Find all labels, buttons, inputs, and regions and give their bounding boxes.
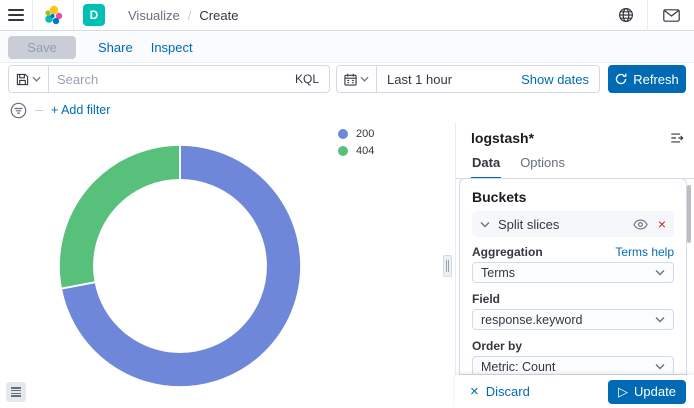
filter-icon[interactable] (10, 102, 27, 119)
globe-icon (618, 7, 634, 23)
breadcrumb: Visualize / Create (128, 8, 238, 23)
kibana-visualize-page: D Visualize / Create Save Share Inspect (0, 0, 694, 408)
play-icon: ▷ (618, 384, 628, 400)
time-range-value[interactable]: Last 1 hour (377, 72, 462, 87)
toggle-visibility-button[interactable] (633, 219, 648, 230)
search-input[interactable] (49, 72, 285, 87)
chevron-down-icon (480, 221, 490, 228)
panel-resize-handle[interactable] (443, 255, 452, 277)
chart-legend: 200404 (338, 128, 374, 157)
save-button[interactable]: Save (8, 36, 76, 59)
refresh-icon (615, 73, 627, 85)
update-label: Update (634, 384, 676, 399)
field-label: Field (472, 292, 500, 306)
terms-help-link[interactable]: Terms help (615, 245, 674, 259)
legend-toggle-button[interactable] (6, 382, 26, 402)
panel-scrollbar[interactable] (687, 185, 691, 243)
legend-dot (338, 146, 348, 156)
filter-divider (35, 110, 43, 111)
menu-button[interactable] (0, 0, 32, 31)
space-selector[interactable]: D (74, 0, 114, 31)
visualization-editor-panel: logstash* Data Options Buckets Split sli… (455, 122, 694, 408)
donut-chart[interactable] (53, 139, 307, 393)
tab-data[interactable]: Data (471, 151, 501, 179)
update-button[interactable]: ▷ Update (608, 380, 686, 404)
query-bar: KQL Last 1 hour Show dates Refresh (8, 65, 686, 93)
order-by-label: Order by (472, 339, 522, 353)
tab-options[interactable]: Options (519, 151, 566, 178)
breadcrumb-visualize[interactable]: Visualize (128, 8, 180, 23)
editor-footer: × Discard ▷ Update (455, 375, 694, 408)
space-badge: D (83, 4, 105, 26)
chevron-down-icon (655, 269, 665, 276)
app-header: D Visualize / Create (0, 0, 694, 31)
refresh-button[interactable]: Refresh (608, 65, 686, 93)
chevron-down-icon (655, 316, 665, 323)
buckets-card: Buckets Split slices × Aggregation Terms… (459, 178, 687, 375)
saved-query-button[interactable] (9, 66, 49, 92)
aggregation-select[interactable]: Terms (472, 262, 674, 283)
date-quick-select-button[interactable] (337, 66, 377, 92)
show-dates-button[interactable]: Show dates (521, 72, 599, 87)
discard-button[interactable]: × Discard (470, 383, 530, 400)
breadcrumb-create: Create (199, 8, 238, 23)
hamburger-icon (8, 9, 24, 21)
eye-icon (633, 219, 648, 230)
mail-icon (663, 9, 680, 22)
editor-tabs: Data Options (456, 151, 694, 179)
chevron-down-icon (360, 76, 369, 82)
save-query-icon (16, 73, 29, 86)
help-button[interactable] (605, 0, 647, 31)
split-slices-label[interactable]: Split slices (498, 217, 633, 232)
filter-bar: + Add filter (10, 100, 110, 120)
field-select[interactable]: response.keyword (472, 309, 674, 330)
legend-item-200[interactable]: 200 (338, 128, 374, 140)
chevron-down-icon (655, 363, 665, 370)
legend-item-404[interactable]: 404 (338, 145, 374, 157)
legend-label: 200 (356, 128, 374, 140)
search-control: KQL (8, 65, 330, 93)
aggregation-label: Aggregation (472, 245, 543, 259)
notifications-button[interactable] (648, 0, 694, 31)
visualize-toolbar: Save Share Inspect (0, 32, 694, 63)
date-picker-control: Last 1 hour Show dates (336, 65, 600, 93)
breadcrumb-separator: / (188, 8, 192, 23)
elastic-home-button[interactable] (33, 0, 73, 31)
aggregation-value: Terms (481, 266, 655, 280)
discard-label: Discard (486, 384, 530, 399)
collapse-panel-icon (670, 131, 684, 145)
refresh-label: Refresh (633, 72, 679, 87)
remove-bucket-button[interactable]: × (658, 216, 666, 232)
calendar-icon (344, 73, 357, 86)
legend-toggle-icon (11, 387, 21, 397)
inspect-button[interactable]: Inspect (151, 40, 193, 55)
field-value: response.keyword (481, 313, 655, 327)
add-filter-button[interactable]: + Add filter (51, 103, 110, 117)
collapse-panel-button[interactable] (670, 131, 684, 145)
legend-dot (338, 129, 348, 139)
chevron-down-icon (32, 76, 41, 82)
legend-label: 404 (356, 145, 374, 157)
buckets-heading: Buckets (472, 189, 674, 205)
close-icon: × (470, 383, 479, 400)
share-button[interactable]: Share (98, 40, 133, 55)
elastic-logo-icon (43, 5, 64, 26)
order-by-value: Metric: Count (481, 360, 655, 374)
split-slices-row[interactable]: Split slices × (472, 211, 674, 237)
order-by-select[interactable]: Metric: Count (472, 356, 674, 375)
index-pattern-title: logstash* (471, 130, 534, 146)
query-language-button[interactable]: KQL (285, 72, 329, 86)
